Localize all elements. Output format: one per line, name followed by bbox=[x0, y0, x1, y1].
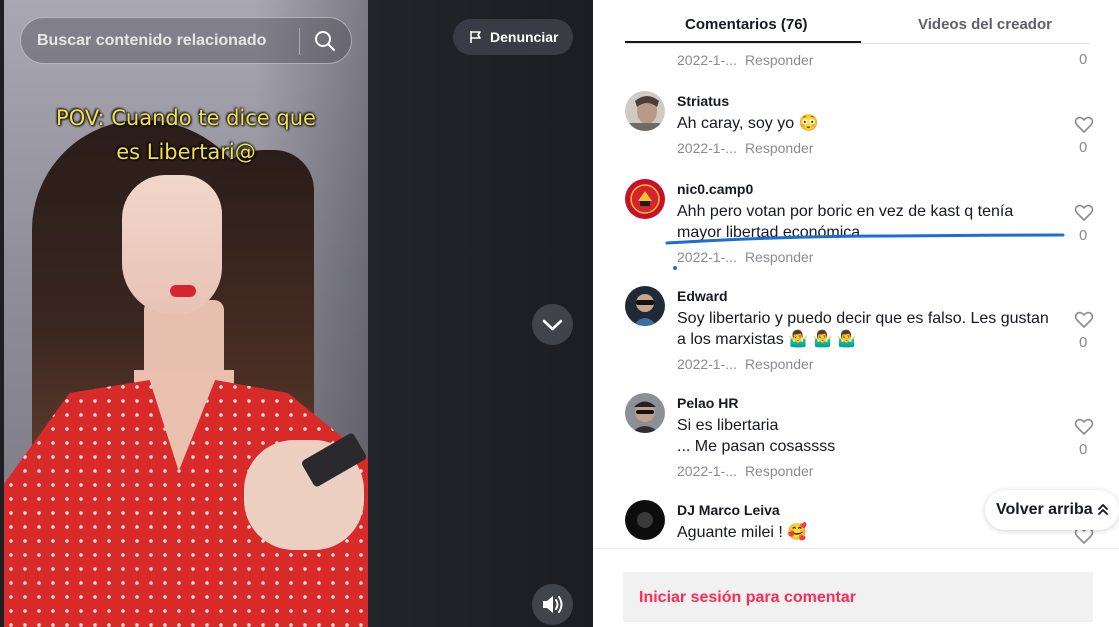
scroll-top-label: Volver arriba bbox=[996, 501, 1093, 518]
like-count: 0 bbox=[1079, 334, 1088, 351]
heart-icon[interactable] bbox=[1074, 203, 1094, 223]
video-caption: POV: Cuando te dice que es Libertari@ bbox=[4, 101, 368, 169]
comment-date: 2022-1-... bbox=[677, 463, 737, 479]
comment-meta: 2022-1-... Responder bbox=[677, 140, 813, 156]
chevron-down-icon bbox=[542, 319, 563, 331]
comment-meta: 2022-1-... Responder bbox=[677, 52, 813, 68]
avatar[interactable] bbox=[625, 286, 665, 326]
next-video-button[interactable] bbox=[532, 304, 573, 345]
comment-text-line-2: ... Me pasan cosassss bbox=[677, 438, 836, 455]
tab-comments[interactable]: Comentarios (76) bbox=[685, 16, 808, 33]
caption-line-2: es Libertari@ bbox=[116, 140, 256, 164]
comment-text-line-1: Si es libertaria bbox=[677, 417, 779, 434]
annotation-underline bbox=[665, 233, 1065, 245]
volume-button[interactable] bbox=[532, 584, 573, 625]
double-chevron-up-icon bbox=[1098, 504, 1108, 515]
comment-tabs: Comentarios (76) Videos del creador bbox=[625, 0, 1090, 44]
related-search-input[interactable]: Buscar contenido relacionado bbox=[20, 17, 352, 64]
video-frame[interactable] bbox=[4, 0, 368, 627]
login-prompt-label: Iniciar sesión para comentar bbox=[639, 589, 856, 606]
login-to-comment-button[interactable]: Iniciar sesión para comentar bbox=[623, 572, 1093, 622]
avatar[interactable] bbox=[625, 500, 665, 540]
tab-creator-videos[interactable]: Videos del creador bbox=[918, 16, 1052, 33]
comment-text: Ah caray, soy yo 😳 bbox=[677, 115, 819, 132]
avatar-image bbox=[625, 91, 665, 131]
comment-username[interactable]: DJ Marco Leiva bbox=[677, 502, 780, 518]
reply-button[interactable]: Responder bbox=[745, 249, 814, 265]
like-count: 0 bbox=[1079, 139, 1088, 156]
flag-icon bbox=[470, 31, 481, 43]
comment-username[interactable]: Pelao HR bbox=[677, 395, 738, 411]
active-tab-indicator bbox=[625, 41, 861, 43]
reply-button[interactable]: Responder bbox=[745, 356, 814, 372]
comment-text: Soy libertario y puedo decir que es fals… bbox=[677, 310, 1049, 348]
search-divider bbox=[299, 28, 300, 55]
reply-button[interactable]: Responder bbox=[745, 52, 814, 68]
report-button[interactable]: Denunciar bbox=[453, 19, 573, 55]
like-count: 0 bbox=[1079, 51, 1088, 68]
comment-meta: 2022-1-... Responder bbox=[677, 356, 813, 372]
search-icon[interactable] bbox=[313, 29, 337, 53]
video-figure-lips bbox=[170, 285, 196, 297]
comments-panel: Comentarios (76) Videos del creador 2022… bbox=[593, 0, 1119, 627]
avatar[interactable] bbox=[625, 91, 665, 131]
video-player[interactable]: POV: Cuando te dice que es Libertari@ Bu… bbox=[0, 0, 593, 627]
avatar[interactable] bbox=[625, 393, 665, 433]
speaker-icon bbox=[543, 596, 563, 613]
comment-username[interactable]: nic0.camp0 bbox=[677, 181, 753, 197]
comment-input-bar: Iniciar sesión para comentar bbox=[593, 548, 1119, 627]
comment-meta: 2022-1-... Responder bbox=[677, 463, 813, 479]
heart-icon[interactable] bbox=[1074, 115, 1094, 135]
caption-line-1: POV: Cuando te dice que bbox=[56, 106, 316, 130]
reply-button[interactable]: Responder bbox=[745, 140, 814, 156]
heart-icon[interactable] bbox=[1074, 310, 1094, 330]
avatar-image bbox=[625, 500, 665, 540]
comment-meta: 2022-1-... Responder bbox=[677, 249, 813, 265]
like-count: 0 bbox=[1079, 441, 1088, 458]
comment-date: 2022-1-... bbox=[677, 356, 737, 372]
report-label: Denunciar bbox=[490, 29, 559, 45]
search-placeholder: Buscar contenido relacionado bbox=[37, 32, 267, 49]
avatar[interactable] bbox=[625, 179, 665, 219]
reply-button[interactable]: Responder bbox=[745, 463, 814, 479]
avatar-image bbox=[625, 286, 665, 326]
annotation-dot bbox=[673, 266, 677, 270]
comment-username[interactable]: Edward bbox=[677, 288, 728, 304]
comment-date: 2022-1-... bbox=[677, 140, 737, 156]
comment-date: 2022-1-... bbox=[677, 52, 737, 68]
comment-username[interactable]: Striatus bbox=[677, 93, 729, 109]
scroll-top-button[interactable]: Volver arriba bbox=[985, 490, 1119, 530]
heart-icon[interactable] bbox=[1074, 417, 1094, 437]
like-count: 0 bbox=[1079, 227, 1088, 244]
comment-date: 2022-1-... bbox=[677, 249, 737, 265]
avatar-image bbox=[625, 393, 665, 433]
avatar-image bbox=[625, 179, 665, 219]
